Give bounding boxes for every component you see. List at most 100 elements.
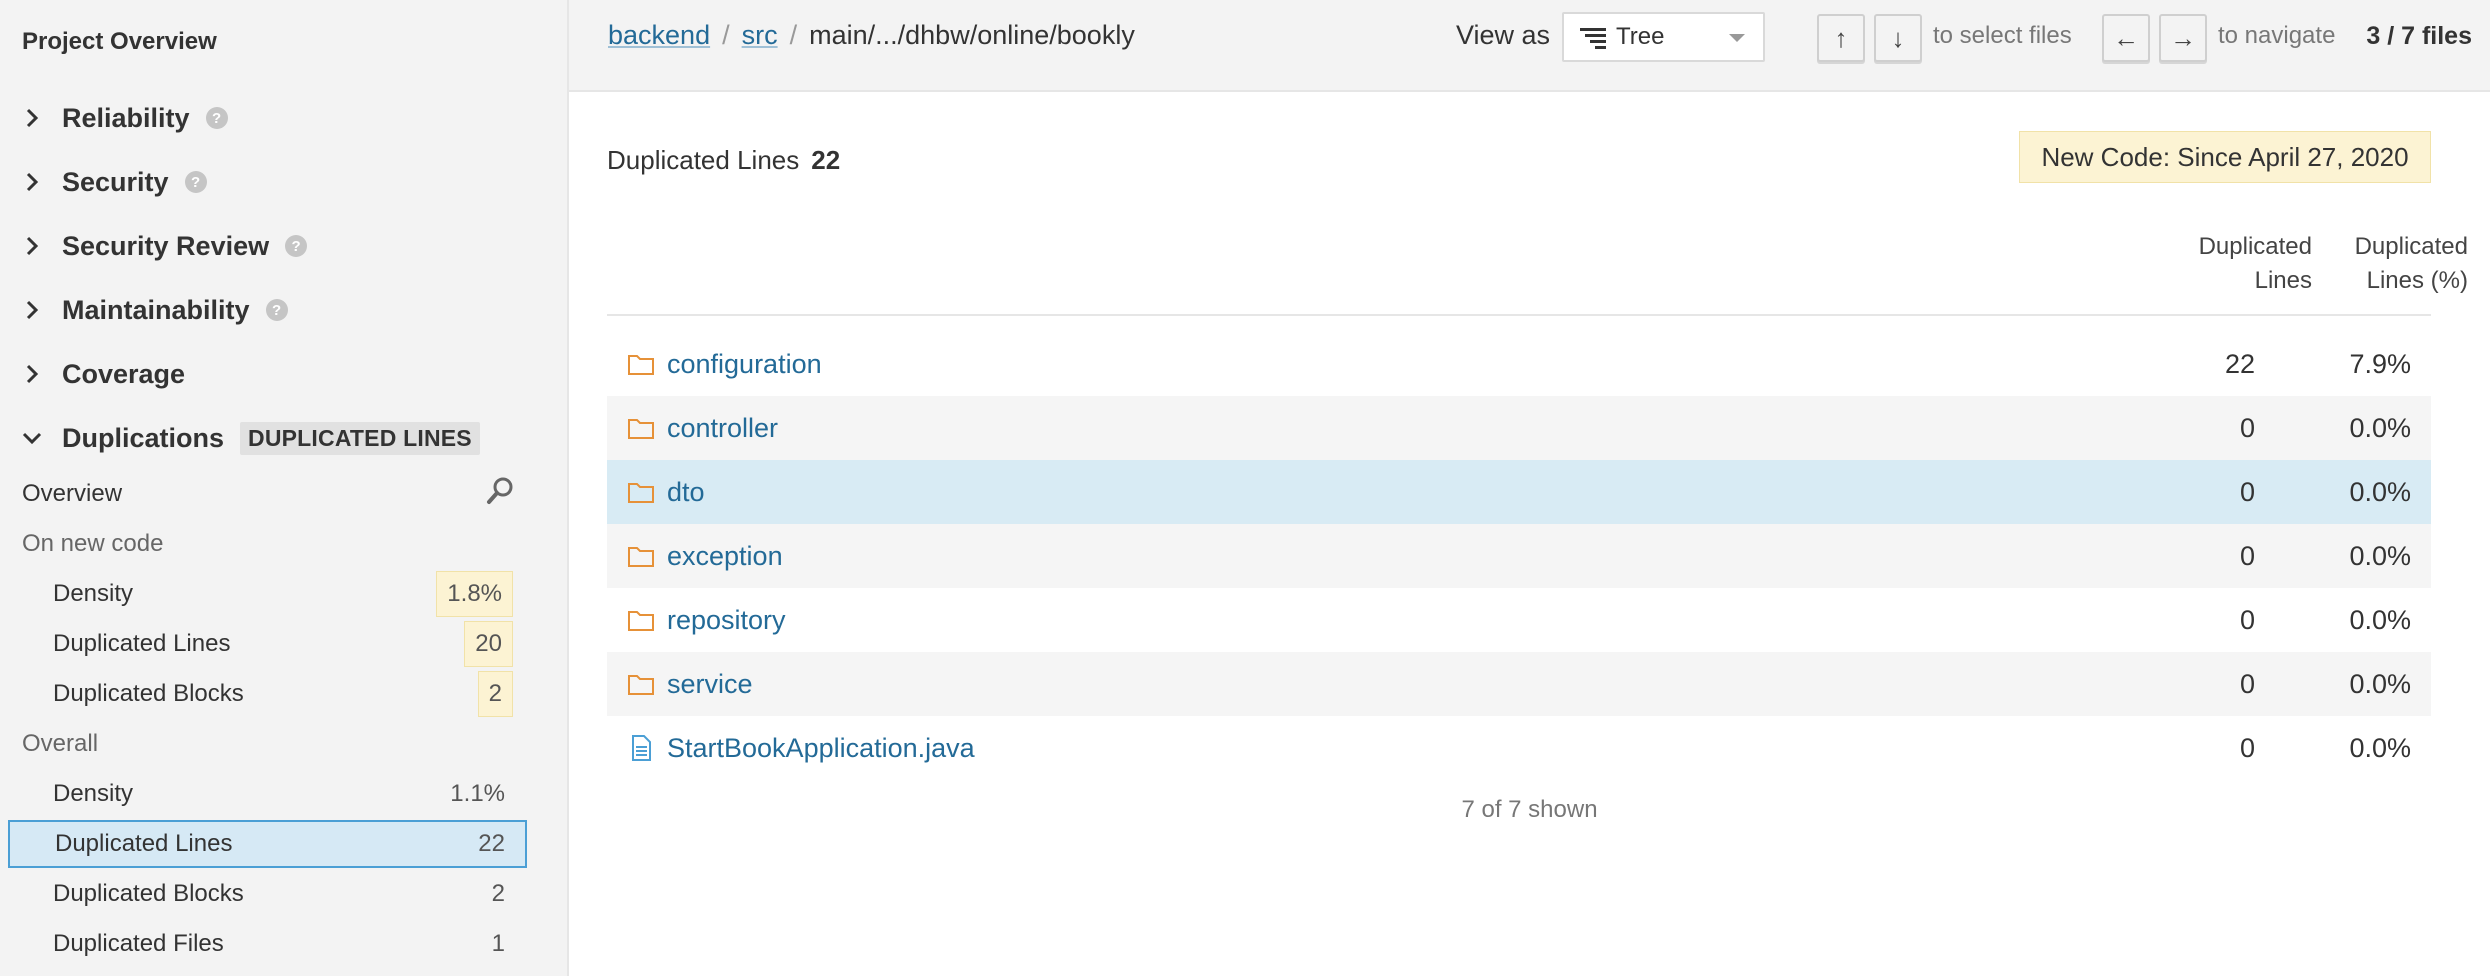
domain-reliability[interactable]: Reliability ?: [16, 98, 228, 138]
breadcrumb-src[interactable]: src: [742, 20, 778, 51]
sidebar-item-label: Overview: [22, 480, 123, 507]
duplicated-lines-value: 0: [2239, 476, 2255, 507]
domain-label: Security: [62, 166, 169, 197]
folder-icon: [628, 483, 654, 503]
files-count: 3 / 7 files: [2366, 22, 2472, 50]
domain-security[interactable]: Security ?: [16, 162, 207, 202]
key-left-button[interactable]: ←: [2102, 14, 2150, 62]
breadcrumb-current: main/.../dhbw/online/bookly: [809, 20, 1135, 50]
help-icon[interactable]: ?: [205, 107, 228, 129]
sidebar-item-new-density[interactable]: Density 1.8%: [8, 570, 527, 618]
table-row[interactable]: StartBookApplication.java 0 0.0%: [607, 716, 2431, 780]
sidebar-item-new-duplicated-blocks[interactable]: Duplicated Blocks 2: [8, 670, 527, 718]
breadcrumb-separator: /: [789, 20, 798, 50]
component-name[interactable]: configuration: [667, 349, 822, 380]
new-code-period-badge: New Code: Since April 27, 2020: [2019, 131, 2431, 183]
sidebar-item-overview[interactable]: Overview: [8, 470, 527, 518]
component-name[interactable]: exception: [667, 541, 783, 572]
metric-value: 2: [491, 880, 505, 907]
app: Project Overview Reliability ? Security …: [0, 0, 2490, 976]
select-files-hint: to select files: [1933, 22, 2072, 49]
help-icon[interactable]: ?: [285, 235, 308, 257]
metric-value: 22: [811, 145, 841, 175]
top-toolbar: backend / src / main/.../dhbw/online/boo…: [569, 0, 2490, 92]
key-up-button[interactable]: ↑: [1817, 14, 1865, 62]
table-row[interactable]: controller 0 0.0%: [607, 396, 2431, 460]
duplicated-lines-percent-value: 0.0%: [2349, 668, 2411, 699]
metric-value: 2: [477, 671, 513, 717]
component-name[interactable]: service: [667, 669, 753, 700]
breadcrumb-backend[interactable]: backend: [608, 20, 710, 51]
chevron-down-icon: [16, 422, 48, 454]
component-name[interactable]: StartBookApplication.java: [667, 733, 975, 764]
duplicated-lines-percent-value: 0.0%: [2349, 540, 2411, 571]
key-right-button[interactable]: →: [2159, 14, 2207, 62]
view-as-label: View as: [1456, 20, 1551, 50]
sidebar-item-new-duplicated-lines[interactable]: Duplicated Lines 20: [8, 620, 527, 668]
sidebar-item-label: Duplicated Files: [53, 930, 224, 957]
column-header-duplicated-lines[interactable]: Duplicated Lines: [2199, 230, 2312, 298]
tree-icon: [1580, 28, 1606, 49]
table-row[interactable]: configuration 22 7.9%: [607, 332, 2431, 396]
category-overall: Overall: [22, 730, 99, 757]
domain-security-review[interactable]: Security Review ?: [16, 226, 308, 266]
sidebar-item-label: Duplicated Lines: [55, 830, 233, 857]
duplicated-lines-percent-value: 0.0%: [2349, 476, 2411, 507]
table-row-selected[interactable]: dto 0 0.0%: [607, 460, 2431, 524]
sidebar-item-overall-duplicated-blocks[interactable]: Duplicated Blocks 2: [8, 870, 527, 918]
domain-duplications[interactable]: Duplications DUPLICATED LINES: [16, 418, 480, 458]
sidebar-item-label: Duplicated Lines: [53, 630, 231, 657]
duplicated-lines-value: 22: [2224, 348, 2255, 379]
sidebar-item-overall-density[interactable]: Density 1.1%: [8, 770, 527, 818]
duplicated-lines-value: 0: [2239, 604, 2255, 635]
duplicated-lines-percent-value: 0.0%: [2349, 732, 2411, 763]
component-name[interactable]: repository: [667, 605, 786, 636]
domain-coverage[interactable]: Coverage: [16, 354, 185, 394]
chevron-right-icon: [16, 166, 48, 198]
metric-value: 1: [491, 930, 505, 957]
sidebar-item-label: Duplicated Blocks: [53, 680, 244, 707]
sidebar: Project Overview Reliability ? Security …: [0, 0, 569, 976]
main-panel: backend / src / main/.../dhbw/online/boo…: [569, 0, 2490, 976]
search-icon[interactable]: [483, 474, 517, 515]
component-name[interactable]: dto: [667, 477, 705, 508]
duplicated-lines-badge: DUPLICATED LINES: [240, 421, 480, 455]
metric-value: 20: [464, 621, 513, 667]
view-mode-select[interactable]: Tree: [1562, 12, 1765, 62]
domain-label: Security Review: [62, 230, 270, 261]
duplicated-lines-value: 0: [2239, 732, 2255, 763]
metric-value: 22: [478, 830, 505, 857]
duplicated-lines-value: 0: [2239, 412, 2255, 443]
table-row[interactable]: repository 0 0.0%: [607, 588, 2431, 652]
duplicated-lines-value: 0: [2239, 540, 2255, 571]
table-row[interactable]: exception 0 0.0%: [607, 524, 2431, 588]
help-icon[interactable]: ?: [184, 171, 207, 193]
folder-icon: [628, 675, 654, 695]
sidebar-item-overall-duplicated-lines[interactable]: Duplicated Lines 22: [8, 820, 527, 868]
chevron-right-icon: [16, 230, 48, 262]
folder-icon: [628, 419, 654, 439]
duplicated-lines-percent-value: 7.9%: [2349, 348, 2411, 379]
column-header-duplicated-lines-percent[interactable]: Duplicated Lines (%): [2355, 230, 2468, 298]
metric-header: Duplicated Lines 22: [607, 145, 840, 176]
sidebar-item-overall-duplicated-files[interactable]: Duplicated Files 1: [8, 920, 527, 968]
domain-maintainability[interactable]: Maintainability ?: [16, 290, 288, 330]
divider: [607, 314, 2431, 316]
folder-icon: [628, 355, 654, 375]
chevron-down-icon: [1729, 34, 1745, 42]
duplicated-lines-percent-value: 0.0%: [2349, 412, 2411, 443]
folder-icon: [628, 547, 654, 567]
help-icon[interactable]: ?: [265, 299, 288, 321]
chevron-right-icon: [16, 358, 48, 390]
key-down-button[interactable]: ↓: [1874, 14, 1922, 62]
component-name[interactable]: controller: [667, 413, 778, 444]
metric-label: Duplicated Lines: [607, 145, 800, 175]
sidebar-item-label: Duplicated Blocks: [53, 880, 244, 907]
sidebar-item-label: Density: [53, 780, 134, 807]
file-icon: [632, 735, 651, 761]
duplicated-lines-value: 0: [2239, 668, 2255, 699]
navigate-hint: to navigate: [2218, 22, 2336, 49]
domain-label: Maintainability: [62, 294, 250, 325]
table-row[interactable]: service 0 0.0%: [607, 652, 2431, 716]
folder-icon: [628, 611, 654, 631]
